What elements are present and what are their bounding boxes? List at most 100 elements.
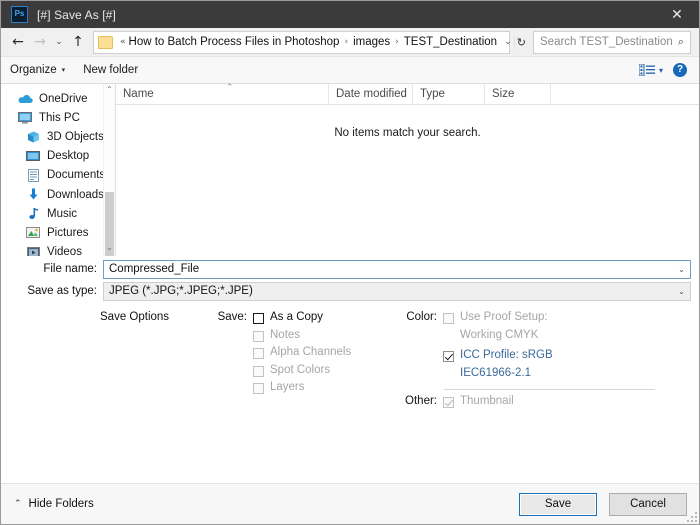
hide-folders-label: Hide Folders [28, 498, 94, 510]
column-header-date-modified[interactable]: Date modified [329, 84, 413, 104]
chevron-down-icon[interactable]: ⌄ [673, 287, 690, 296]
sidebar-item-downloads[interactable]: Downloads [1, 185, 115, 204]
sidebar-item-label: Videos [47, 246, 82, 256]
spot-colors-checkbox [253, 365, 264, 377]
sidebar-item-3d-objects[interactable]: 3D Objects [1, 127, 115, 146]
file-name-input[interactable]: Compressed_File ⌄ [103, 259, 691, 279]
sidebar-item-label: Desktop [47, 150, 90, 163]
file-name-label: File name: [43, 263, 97, 275]
recent-locations-icon[interactable]: ⌄ [51, 31, 67, 53]
color-group-label: Color: [406, 311, 437, 323]
icc-profile-checkbox[interactable] [443, 351, 454, 362]
file-name-value: Compressed_File [109, 263, 200, 275]
save-as-a-copy-row[interactable]: Save: As a Copy [207, 311, 397, 329]
search-input[interactable]: Search TEST_Destination ⌕ [533, 30, 691, 54]
documents-icon [25, 168, 41, 182]
title-bar: Ps [#] Save As [#] ✕ [1, 1, 699, 28]
breadcrumb-overflow-icon[interactable]: « [117, 37, 129, 47]
sidebar-item-label: OneDrive [39, 92, 88, 105]
dialog-body: OneDrive This PC 3D Objects Desktop Docu… [1, 83, 699, 256]
new-folder-button[interactable]: New folder [74, 57, 147, 83]
icc-profile-sub-label: IEC61966-2.1 [460, 366, 531, 379]
save-spot-colors-row: Spot Colors [207, 364, 397, 382]
file-name-row: File name: Compressed_File ⌄ [1, 258, 699, 280]
sidebar-item-this-pc[interactable]: This PC [1, 108, 115, 127]
save-as-type-value: JPEG (*.JPG;*.JPEG;*.JPE) [109, 285, 253, 297]
resize-grip[interactable] [687, 512, 697, 522]
save-options-title: Save Options [100, 311, 170, 323]
address-bar: ← → ⌄ ↑ « How to Batch Process Files in … [1, 28, 699, 57]
up-icon[interactable]: ↑ [67, 31, 89, 53]
folder-icon [98, 35, 113, 49]
pictures-icon [25, 226, 41, 239]
column-header-type[interactable]: Type [413, 84, 485, 104]
save-checkbox-group: Save: As a Copy Notes Alpha Channels Spo… [207, 311, 397, 483]
as-a-copy-checkbox[interactable] [253, 313, 264, 324]
back-icon[interactable]: ← [7, 31, 29, 53]
organize-label: Organize [10, 64, 57, 76]
sidebar-item-desktop[interactable]: Desktop [1, 147, 115, 166]
scroll-up-icon[interactable]: ⌃ [104, 84, 115, 96]
3d-objects-icon [25, 130, 41, 143]
breadcrumb-item-2[interactable]: TEST_Destination [404, 36, 497, 48]
view-options-icon[interactable] [638, 64, 655, 76]
breadcrumb-item-0[interactable]: How to Batch Process Files in Photoshop [129, 36, 340, 48]
save-as-dialog: Ps [#] Save As [#] ✕ ← → ⌄ ↑ « How to Ba… [0, 0, 700, 525]
column-header-size[interactable]: Size [485, 84, 551, 104]
sidebar-item-label: 3D Objects [47, 130, 104, 143]
photoshop-icon: Ps [11, 6, 28, 23]
save-as-type-row: Save as type: JPEG (*.JPG;*.JPEG;*.JPE) … [1, 280, 699, 302]
breadcrumb[interactable]: « How to Batch Process Files in Photosho… [93, 30, 512, 54]
music-note-icon [25, 207, 41, 220]
chevron-down-icon[interactable]: ⌄ [673, 265, 690, 274]
view-options-caret-icon[interactable]: ▾ [655, 66, 673, 75]
empty-list-message: No items match your search. [334, 127, 481, 139]
icc-profile-sub-row: IEC61966-2.1 [397, 367, 699, 385]
window-title: [#] Save As [#] [37, 7, 116, 22]
breadcrumb-separator-icon: › [395, 37, 399, 47]
sidebar-item-label: Pictures [47, 226, 89, 239]
cancel-button[interactable]: Cancel [609, 492, 687, 516]
file-list: Name Date modified Type Size ⌃ No items … [116, 83, 699, 256]
save-button[interactable]: Save [519, 492, 597, 516]
breadcrumb-item-1[interactable]: images [353, 36, 390, 48]
close-icon[interactable]: ✕ [655, 1, 699, 28]
refresh-icon[interactable]: ↻ [513, 35, 533, 49]
sidebar-item-documents[interactable]: Documents [1, 166, 115, 185]
save-notes-row: Notes [207, 329, 397, 347]
sidebar-item-label: Documents [47, 169, 106, 182]
thumbnail-row: Other: Thumbnail [397, 395, 699, 413]
sidebar-scrollbar[interactable]: ⌃ ⌄ [103, 84, 115, 256]
search-icon[interactable]: ⌕ [672, 35, 690, 49]
use-proof-setup-row: Color: Use Proof Setup: [397, 311, 699, 329]
sidebar-item-onedrive[interactable]: OneDrive [1, 89, 115, 108]
scroll-down-icon[interactable]: ⌄ [104, 242, 115, 254]
save-as-type-select[interactable]: JPEG (*.JPG;*.JPEG;*.JPE) ⌄ [103, 281, 691, 301]
as-a-copy-label: As a Copy [270, 311, 324, 323]
new-folder-label: New folder [83, 64, 139, 76]
sort-ascending-icon: ⌃ [226, 83, 234, 93]
sidebar-item-music[interactable]: Music [1, 204, 115, 223]
organize-button[interactable]: Organize ▾ [1, 57, 74, 83]
help-icon[interactable]: ? [673, 63, 687, 77]
column-header-name[interactable]: Name [116, 84, 329, 104]
layers-checkbox [253, 383, 264, 394]
alpha-channels-label: Alpha Channels [270, 346, 352, 358]
videos-icon [25, 246, 41, 256]
save-group-label: Save: [217, 311, 247, 323]
save-alpha-channels-row: Alpha Channels [207, 346, 397, 364]
sidebar-item-pictures[interactable]: Pictures [1, 223, 115, 242]
notes-checkbox [253, 330, 264, 342]
sidebar-item-videos[interactable]: Videos [1, 243, 115, 256]
sidebar-item-label: Music [47, 207, 78, 220]
icc-profile-row[interactable]: ICC Profile: sRGB [397, 349, 699, 367]
thumbnail-label: Thumbnail [460, 395, 514, 407]
chevron-up-icon: ⌃ [14, 499, 22, 509]
breadcrumb-separator-icon: › [344, 37, 349, 47]
other-group-label: Other: [405, 395, 437, 407]
desktop-icon [25, 150, 41, 163]
use-proof-setup-label: Use Proof Setup: [460, 311, 548, 323]
hide-folders-button[interactable]: ⌃ Hide Folders [1, 498, 94, 510]
options-divider [444, 389, 655, 390]
chevron-down-icon: ▾ [61, 66, 66, 74]
